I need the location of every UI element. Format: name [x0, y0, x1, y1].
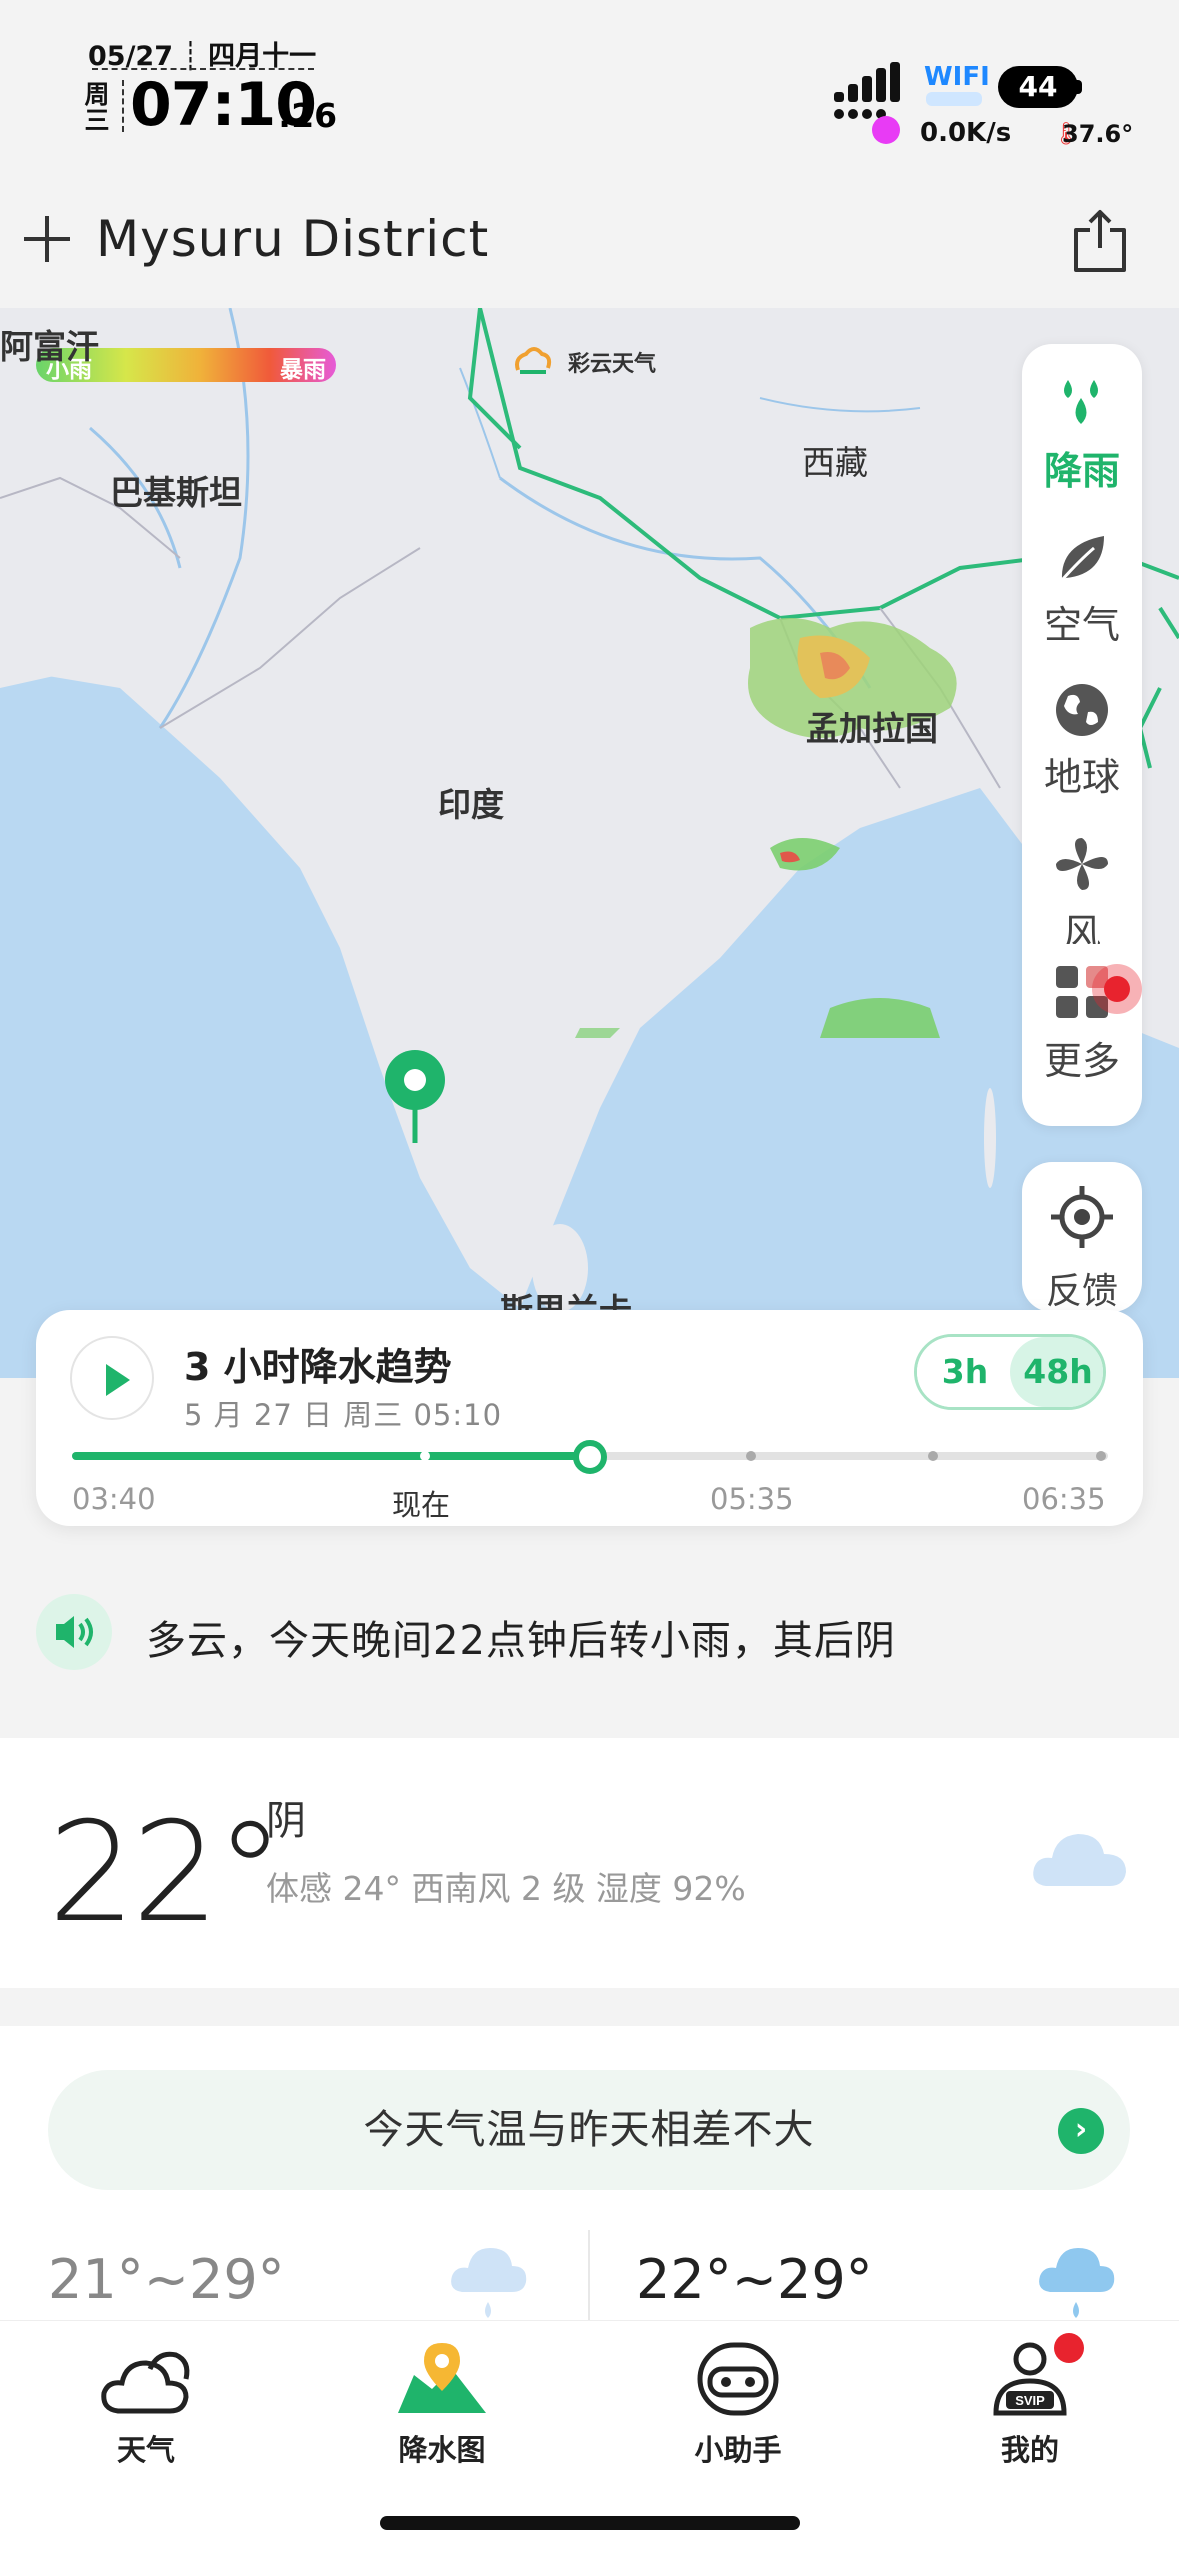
- map-label-afghanistan: 阿富汗: [0, 327, 99, 366]
- timeline-marker: [928, 1451, 938, 1461]
- legend-high-label: 暴雨: [280, 357, 326, 383]
- chevron-right-icon: ›: [1058, 2108, 1104, 2154]
- speaker-icon: [56, 1616, 93, 1648]
- forecast-tomorrow-range: 22°~29°: [636, 2248, 873, 2311]
- speaker-button[interactable]: [36, 1594, 112, 1670]
- trend-title: 3 小时降水趋势: [184, 1345, 452, 1389]
- play-icon: [106, 1364, 130, 1396]
- nav-profile[interactable]: SVIP 我的: [930, 2339, 1130, 2469]
- toggle-48h[interactable]: 48h: [1010, 1337, 1103, 1407]
- temperature-compare-banner[interactable]: 今天气温与昨天相差不大 ›: [48, 2070, 1130, 2190]
- nav-precip-map[interactable]: 降水图: [342, 2339, 542, 2469]
- wifi-indicator-icon: [926, 92, 982, 106]
- nav-assistant[interactable]: 小助手: [638, 2339, 838, 2469]
- add-location-icon[interactable]: [22, 214, 72, 264]
- timeline-marker: [746, 1451, 756, 1461]
- battery-tip: [1074, 80, 1082, 94]
- compare-text: 今天气温与昨天相差不大: [363, 2107, 815, 2153]
- device-temperature: 37.6°: [1062, 120, 1134, 148]
- cellular-signal-icon: [834, 62, 900, 119]
- current-condition: 阴: [266, 1798, 306, 1844]
- forecast-today-range: 21°~29°: [48, 2248, 285, 2311]
- timeline-progress: [72, 1452, 590, 1460]
- tick-label: 03:40: [72, 1482, 156, 1516]
- nav-weather[interactable]: 天气: [46, 2339, 246, 2469]
- precipitation-map[interactable]: 小雨 暴雨 彩云天气 阿富汗 巴基斯坦 西藏 孟加拉国 印度 斯里兰卡: [0, 308, 1179, 1378]
- timeline-marker: [420, 1451, 430, 1461]
- map-label-pakistan: 巴基斯坦: [110, 473, 242, 512]
- share-icon[interactable]: [1070, 208, 1130, 274]
- range-toggle[interactable]: 3h 48h: [914, 1334, 1106, 1410]
- wifi-label: WIFI: [924, 62, 990, 92]
- status-vertical-divider: [122, 80, 124, 132]
- timeline-marker: [1096, 1451, 1106, 1461]
- layer-wind[interactable]: 风: [1022, 834, 1142, 944]
- leaf-icon: [1060, 536, 1104, 582]
- tick-label: 05:35: [710, 1482, 794, 1516]
- location-title[interactable]: Mysuru District: [96, 210, 489, 268]
- battery-icon: 44: [998, 66, 1078, 108]
- current-details: 体感 24° 西南风 2 级 湿度 92%: [266, 1869, 746, 1908]
- trend-subtitle: 5 月 27 日 周三 05:10: [184, 1398, 503, 1432]
- weather-summary: 多云，今天晚间22点钟后转小雨，其后阴: [146, 1618, 896, 1664]
- rain-drops-icon: [1064, 380, 1098, 424]
- globe-icon: [1056, 684, 1108, 736]
- play-button[interactable]: [70, 1336, 154, 1420]
- svg-text:SVIP: SVIP: [1015, 2393, 1045, 2408]
- rain-icon: [1039, 2248, 1115, 2318]
- feedback-button[interactable]: 反馈: [1022, 1162, 1142, 1312]
- layer-air[interactable]: 空气: [1022, 530, 1142, 649]
- map-brand-label: 彩云天气: [568, 352, 657, 377]
- more-notification-dot: [1104, 976, 1130, 1002]
- map-label-bangladesh: 孟加拉国: [806, 709, 938, 748]
- tick-label-now: 现在: [392, 1488, 451, 1522]
- map-label-india: 印度: [438, 785, 504, 824]
- tick-label: 06:35: [1022, 1482, 1106, 1516]
- map-layer-panel: 降雨 空气 地球 风 更多: [1022, 344, 1142, 1126]
- robot-icon: [697, 2342, 779, 2416]
- layer-globe[interactable]: 地球: [1022, 682, 1142, 801]
- fan-icon: [1056, 838, 1108, 890]
- map-label-tibet: 西藏: [802, 443, 868, 482]
- profile-notification-dot: [1054, 2333, 1084, 2363]
- status-weekday: 周三: [84, 80, 110, 135]
- precip-trend-card: 3 小时降水趋势 5 月 27 日 周三 05:10 3h 48h 03:40 …: [36, 1310, 1143, 1526]
- status-seconds: :26: [278, 96, 338, 135]
- current-temperature: 22°: [48, 1792, 285, 1953]
- weather-cloud-icon: [101, 2351, 190, 2414]
- layer-rain[interactable]: 降雨: [1022, 376, 1142, 495]
- network-speed: 0.0K/s: [920, 118, 1012, 148]
- light-rain-icon: [451, 2248, 527, 2318]
- cloudy-icon: [1033, 1834, 1126, 1886]
- current-weather: 22° 阴 体感 24° 西南风 2 级 湿度 92%: [0, 1738, 1179, 1988]
- timeline-handle[interactable]: [573, 1440, 607, 1474]
- caiyun-logo-icon: [515, 347, 552, 374]
- home-indicator[interactable]: [380, 2516, 800, 2530]
- map-pin-icon: [398, 2343, 486, 2413]
- toggle-3h[interactable]: 3h: [917, 1337, 1013, 1407]
- locate-crosshair-icon: [1051, 1186, 1113, 1248]
- network-activity-icon: [872, 116, 900, 144]
